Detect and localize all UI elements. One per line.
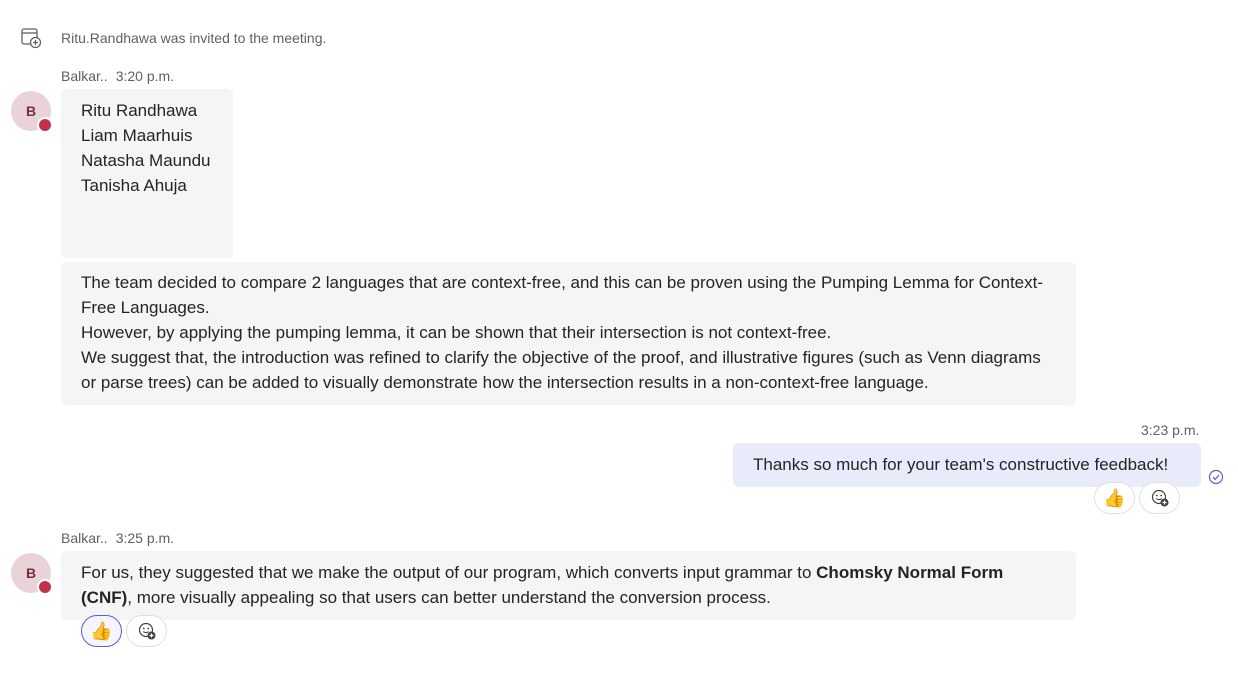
message-text: For us, they suggested that we make the … xyxy=(81,563,817,582)
my-message-bubble[interactable]: Thanks so much for your team's construct… xyxy=(733,443,1201,487)
name-line: Tanisha Ahuja xyxy=(81,176,187,195)
calendar-add-icon xyxy=(21,28,42,49)
sender-name[interactable]: Balkar.. xyxy=(61,530,108,546)
message-bubble-cnf[interactable]: For us, they suggested that we make the … xyxy=(61,551,1076,620)
name-line: Liam Maarhuis xyxy=(81,126,193,145)
chat-view: Ritu.Randhawa was invited to the meeting… xyxy=(0,0,1238,673)
add-reaction-icon xyxy=(1151,489,1168,507)
message-paragraph: However, by applying the pumping lemma, … xyxy=(81,323,832,342)
thumbs-up-reaction[interactable]: 👍 xyxy=(1094,482,1135,514)
message-paragraph: We suggest that, the introduction was re… xyxy=(81,348,1041,392)
avatar-initial: B xyxy=(25,565,37,581)
message-text: , more visually appealing so that users … xyxy=(127,588,771,607)
name-line: Ritu Randhawa xyxy=(81,101,198,120)
avatar-initial: B xyxy=(25,103,37,119)
message-header: Balkar.. 3:20 p.m. xyxy=(61,68,174,84)
add-reaction-icon xyxy=(138,622,155,640)
system-message-text: Ritu.Randhawa was invited to the meeting… xyxy=(61,30,327,46)
avatar[interactable]: B xyxy=(11,553,53,595)
message-text: Thanks so much for your team's construct… xyxy=(753,455,1169,474)
my-message-timestamp: 3:23 p.m. xyxy=(1141,422,1200,438)
system-message: Ritu.Randhawa was invited to the meeting… xyxy=(20,27,326,49)
name-line: Natasha Maundu xyxy=(81,151,211,170)
presence-busy-indicator xyxy=(37,579,53,595)
presence-busy-indicator xyxy=(37,117,53,133)
message-timestamp: 3:20 p.m. xyxy=(115,68,175,84)
read-receipt-icon xyxy=(1208,469,1224,485)
message-header: Balkar.. 3:25 p.m. xyxy=(61,530,174,546)
avatar[interactable]: B xyxy=(11,91,53,133)
add-reaction-button[interactable] xyxy=(126,615,167,647)
message-paragraph: The team decided to compare 2 languages … xyxy=(81,273,1044,317)
message-timestamp: 3:25 p.m. xyxy=(115,530,175,546)
add-reaction-button[interactable] xyxy=(1139,482,1180,514)
sender-name[interactable]: Balkar.. xyxy=(61,68,108,84)
message-bubble-feedback[interactable]: The team decided to compare 2 languages … xyxy=(61,262,1076,405)
thumbs-up-icon: 👍 xyxy=(1103,487,1126,508)
thumbs-up-icon: 👍 xyxy=(90,620,113,641)
thumbs-up-reaction[interactable]: 👍 xyxy=(81,615,122,647)
message-bubble-names[interactable]: Ritu Randhawa Liam Maarhuis Natasha Maun… xyxy=(61,89,233,258)
